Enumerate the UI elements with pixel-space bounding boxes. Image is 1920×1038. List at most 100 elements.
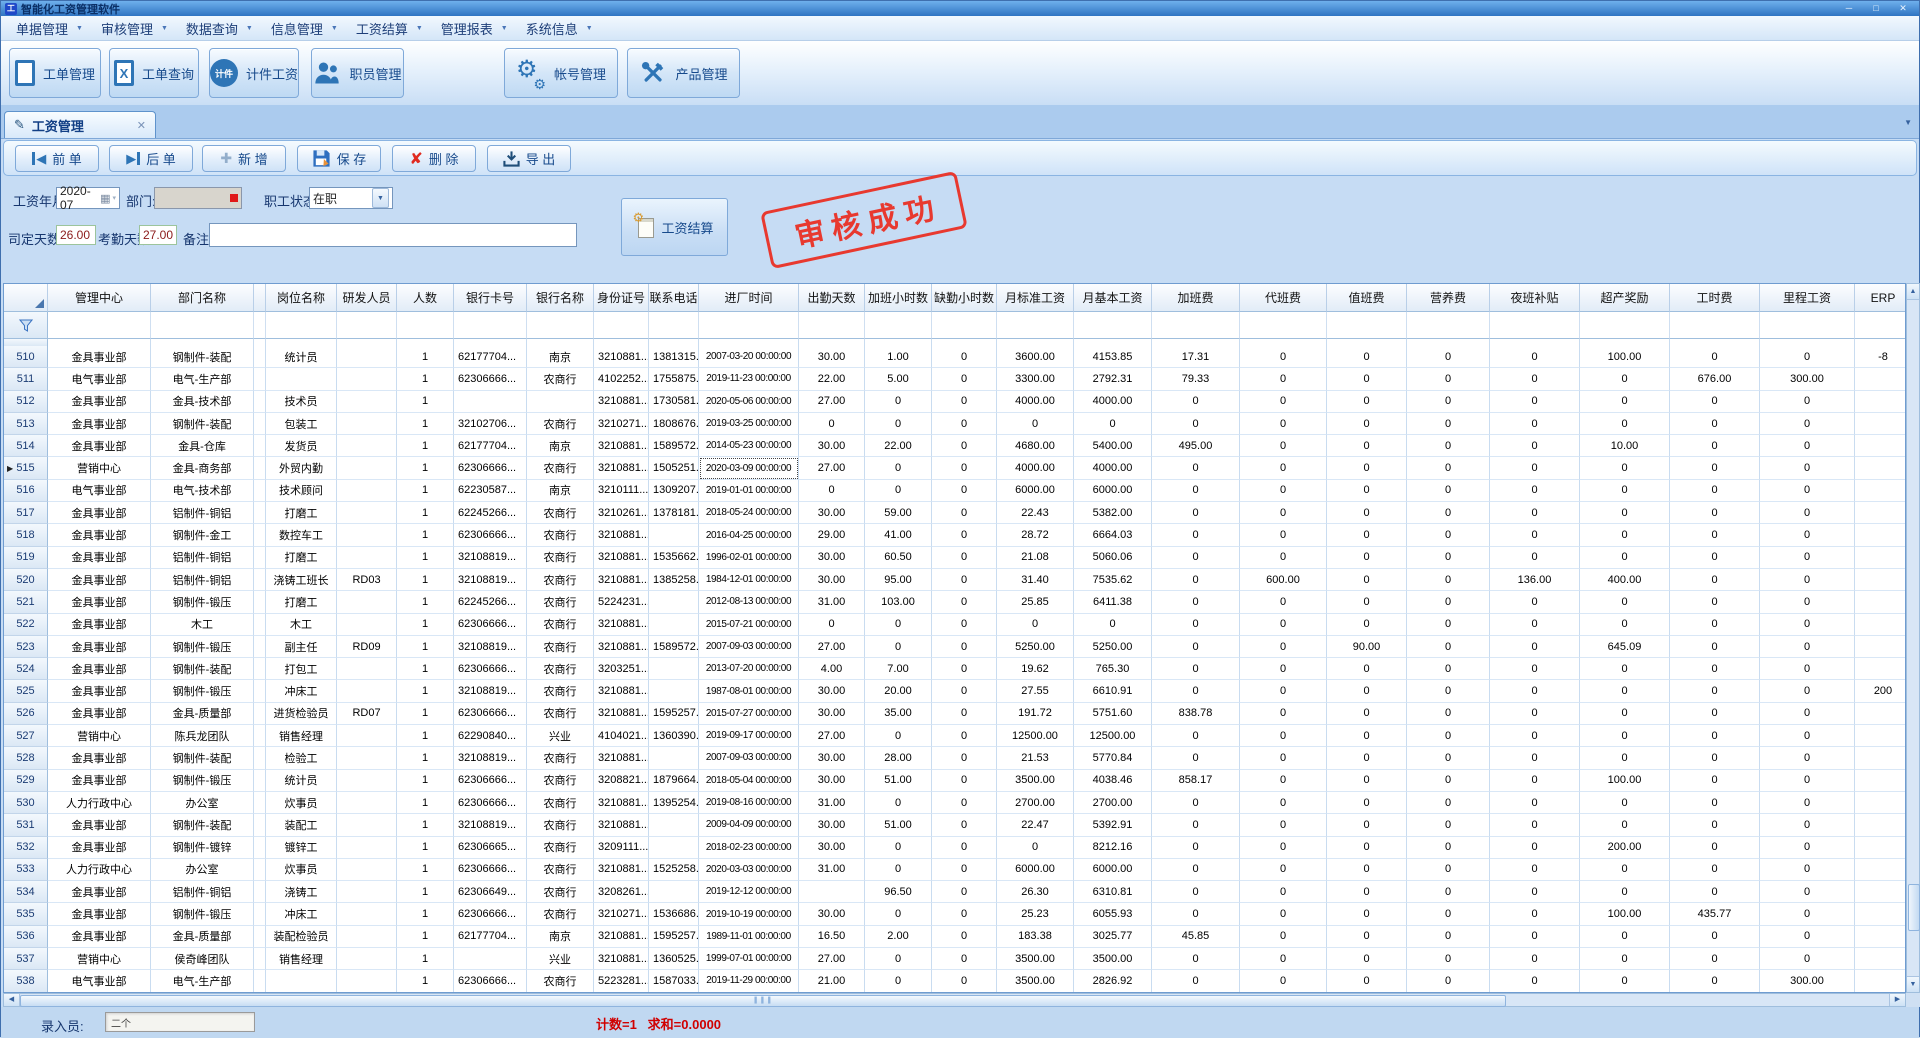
cell-rd_person[interactable]	[337, 770, 397, 792]
cell-std_salary[interactable]: 26.30	[997, 881, 1074, 903]
menu-item[interactable]: 审核管理▼	[92, 17, 177, 40]
cell-phone[interactable]: 1589572...	[649, 636, 699, 658]
cell-ot_fee[interactable]: 17.31	[1152, 346, 1240, 368]
cell-night_allowance[interactable]: 0	[1490, 435, 1580, 457]
cell-duty_fee[interactable]: 0	[1327, 747, 1407, 769]
column-header[interactable]: 月标准工资	[997, 284, 1074, 312]
cell-std_salary[interactable]: 3500.00	[997, 970, 1074, 992]
cell-dept_name[interactable]: 金具-商务部	[151, 457, 254, 479]
menu-item[interactable]: 信息管理▼	[262, 17, 347, 40]
cell-absent_hours[interactable]: 0	[932, 970, 997, 992]
table-row[interactable]: 528金具事业部钢制件-装配检验工132108819...农商行3210881.…	[4, 747, 1905, 769]
cell-mileage_pay[interactable]: 0	[1760, 391, 1855, 413]
cell-position[interactable]: 数控车工	[266, 524, 337, 546]
cell-absent_hours[interactable]: 0	[932, 658, 997, 680]
cell-duty_fee[interactable]: 0	[1327, 970, 1407, 992]
cell-ot_hours[interactable]: 51.00	[865, 814, 932, 836]
cell-base_salary[interactable]: 0	[1074, 413, 1152, 435]
cell-rd_person[interactable]	[337, 658, 397, 680]
cell-nutrition_fee[interactable]: 0	[1407, 881, 1490, 903]
cell-base_salary[interactable]: 6411.38	[1074, 591, 1152, 613]
chevron-down-icon[interactable]: ▾	[112, 194, 116, 202]
cell-over_award[interactable]: 0	[1580, 391, 1670, 413]
cell-std_salary[interactable]: 25.23	[997, 903, 1074, 925]
cell-sub_fee[interactable]: 0	[1240, 814, 1327, 836]
row-number[interactable]: 529	[4, 770, 48, 792]
cell-night_allowance[interactable]: 0	[1490, 881, 1580, 903]
table-row[interactable]: 510金具事业部钢制件-装配统计员162177704...南京3210881..…	[4, 346, 1905, 368]
cell-hour_fee[interactable]: 0	[1670, 725, 1760, 747]
cell-std_salary[interactable]: 0	[997, 614, 1074, 636]
menu-item[interactable]: 工资结算▼	[347, 17, 432, 40]
cell-erp[interactable]	[1855, 480, 1906, 502]
cell-mileage_pay[interactable]: 0	[1760, 591, 1855, 613]
table-row[interactable]: 522金具事业部木工木工162306666...农商行3210881...201…	[4, 614, 1905, 636]
row-number[interactable]: 513	[4, 413, 48, 435]
cell-nutrition_fee[interactable]: 0	[1407, 658, 1490, 680]
cell-nutrition_fee[interactable]: 0	[1407, 524, 1490, 546]
cell-ot_fee[interactable]: 0	[1152, 591, 1240, 613]
cell-bank_name[interactable]: 农商行	[527, 502, 594, 524]
cell-mileage_pay[interactable]: 0	[1760, 547, 1855, 569]
cell-hour_fee[interactable]: 0	[1670, 948, 1760, 970]
cell-rd_person[interactable]	[337, 502, 397, 524]
cell-duty_fee[interactable]: 0	[1327, 435, 1407, 457]
cell-enter_date[interactable]: 1999-07-01 00:00:00	[699, 948, 799, 970]
cell-attend_days[interactable]: 0	[799, 413, 865, 435]
cell-base_salary[interactable]: 5400.00	[1074, 435, 1152, 457]
cell-mileage_pay[interactable]: 0	[1760, 814, 1855, 836]
cell-absent_hours[interactable]: 0	[932, 770, 997, 792]
cell-rd_person[interactable]	[337, 680, 397, 702]
cell-absent_hours[interactable]: 0	[932, 636, 997, 658]
remark-input[interactable]	[209, 223, 577, 247]
tab-list-dropdown-icon[interactable]: ▼	[1904, 118, 1912, 127]
cell-rd_person[interactable]	[337, 747, 397, 769]
cell-mileage_pay[interactable]: 0	[1760, 614, 1855, 636]
cell-duty_fee[interactable]: 0	[1327, 413, 1407, 435]
cell-position[interactable]: 检验工	[266, 747, 337, 769]
cell-attend_days[interactable]: 21.00	[799, 970, 865, 992]
cell-bank_card[interactable]: 62306666...	[454, 970, 527, 992]
cell-nutrition_fee[interactable]: 0	[1407, 480, 1490, 502]
cell-sub_fee[interactable]: 0	[1240, 457, 1327, 479]
cell-bank_card[interactable]: 62230587...	[454, 480, 527, 502]
cell-duty_fee[interactable]: 0	[1327, 881, 1407, 903]
cell-night_allowance[interactable]: 0	[1490, 814, 1580, 836]
cell-std_salary[interactable]: 22.47	[997, 814, 1074, 836]
cell-ot_hours[interactable]: 0	[865, 837, 932, 859]
cell-phone[interactable]	[649, 591, 699, 613]
cell-mgmt_center[interactable]: 金具事业部	[48, 814, 151, 836]
cell-nutrition_fee[interactable]: 0	[1407, 502, 1490, 524]
cell-base_salary[interactable]: 6610.91	[1074, 680, 1152, 702]
cell-erp[interactable]	[1855, 903, 1906, 925]
cell-phone[interactable]: 1808676...	[649, 413, 699, 435]
cell-attend_days[interactable]: 27.00	[799, 636, 865, 658]
toolbar-button[interactable]: 计件计件工资	[209, 48, 299, 98]
cell-dept_name[interactable]: 钢制件-装配	[151, 658, 254, 680]
cell-headcount[interactable]: 1	[397, 391, 454, 413]
cell-sub_fee[interactable]: 0	[1240, 926, 1327, 948]
cell-ot_fee[interactable]: 0	[1152, 747, 1240, 769]
cell-duty_fee[interactable]: 0	[1327, 524, 1407, 546]
cell-dept_name[interactable]: 木工	[151, 614, 254, 636]
cell-mileage_pay[interactable]: 0	[1760, 747, 1855, 769]
cell-ot_fee[interactable]: 0	[1152, 480, 1240, 502]
cell-absent_hours[interactable]: 0	[932, 859, 997, 881]
cell-base_salary[interactable]: 0	[1074, 614, 1152, 636]
cell-sub_fee[interactable]: 0	[1240, 747, 1327, 769]
vertical-scrollbar[interactable]: ▲ ▼	[1906, 283, 1920, 993]
cell-bank_name[interactable]: 农商行	[527, 792, 594, 814]
cell-bank_card[interactable]: 62177704...	[454, 435, 527, 457]
cell-night_allowance[interactable]: 136.00	[1490, 569, 1580, 591]
cell-erp[interactable]	[1855, 658, 1906, 680]
cell-attend_days[interactable]: 30.00	[799, 770, 865, 792]
cell-bank_card[interactable]: 62306666...	[454, 658, 527, 680]
cell-phone[interactable]: 1730581...	[649, 391, 699, 413]
cell-ot_fee[interactable]: 858.17	[1152, 770, 1240, 792]
cell-enter_date[interactable]: 1987-08-01 00:00:00	[699, 680, 799, 702]
cell-erp[interactable]	[1855, 814, 1906, 836]
cell-dept_name[interactable]: 钢制件-锻压	[151, 680, 254, 702]
menu-item[interactable]: 数据查询▼	[177, 17, 262, 40]
spacer-cell[interactable]	[254, 413, 266, 435]
cell-dept_name[interactable]: 办公室	[151, 792, 254, 814]
